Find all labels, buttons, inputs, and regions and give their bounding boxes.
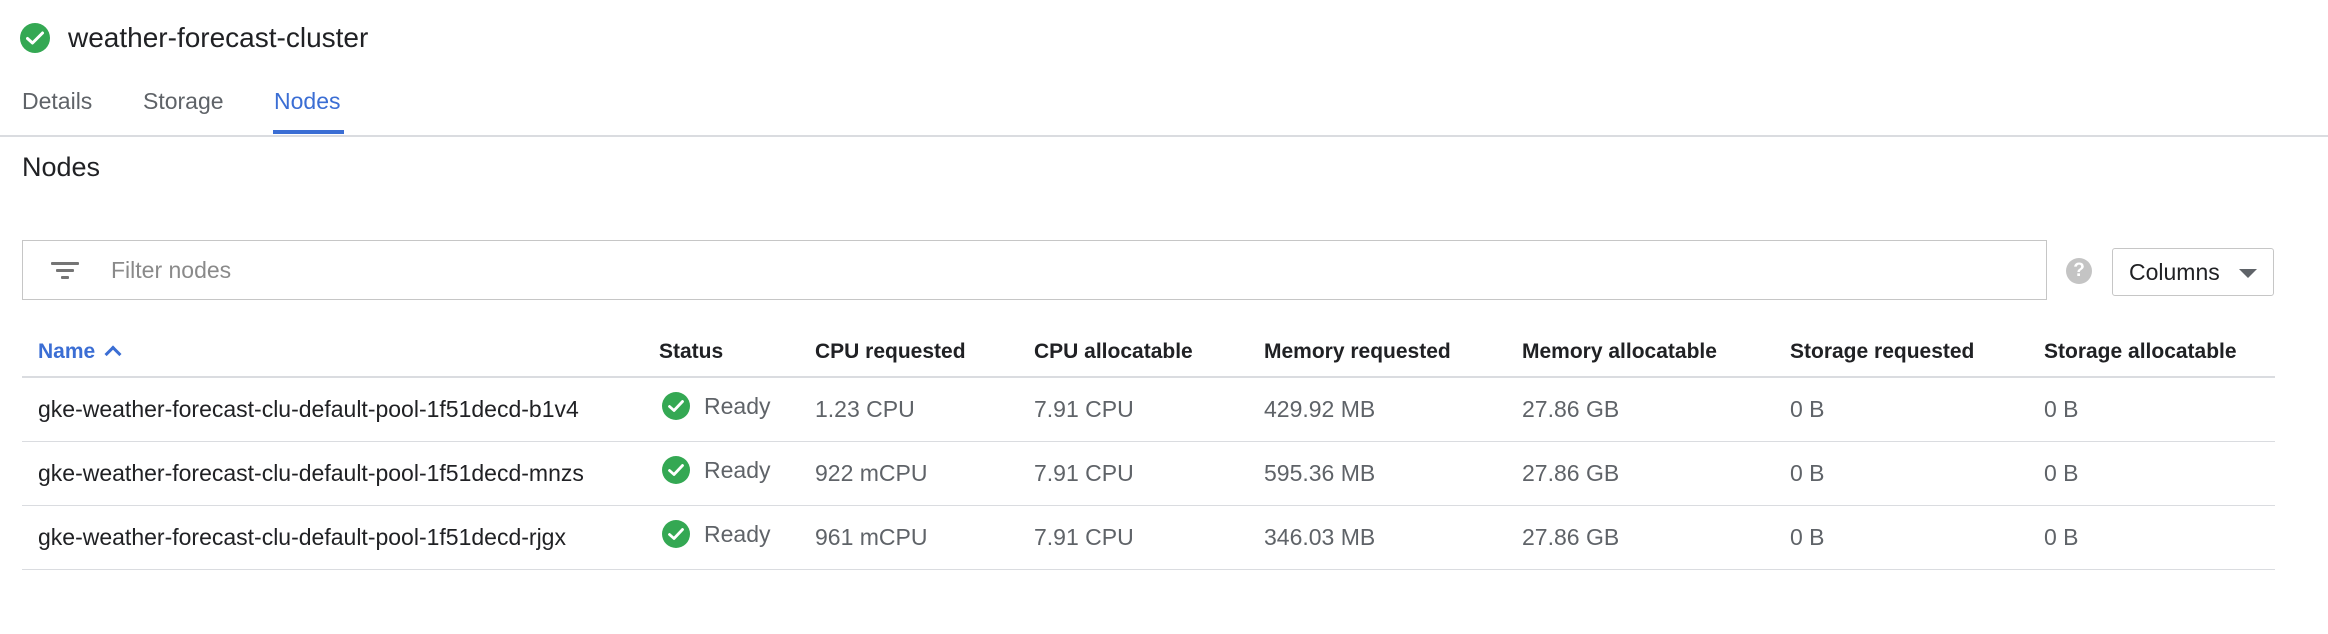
tab-bar: Details Storage Nodes (0, 78, 2328, 137)
table-row: gke-weather-forecast-clu-default-pool-1f… (22, 506, 2275, 570)
help-icon[interactable]: ? (2066, 258, 2092, 284)
tab-storage[interactable]: Storage (143, 88, 224, 115)
node-name-link[interactable]: gke-weather-forecast-clu-default-pool-1f… (38, 396, 579, 423)
check-circle-icon (662, 520, 690, 548)
node-name-link[interactable]: gke-weather-forecast-clu-default-pool-1f… (38, 460, 584, 487)
storage-requested-cell: 0 B (1790, 460, 1825, 486)
caret-down-icon (2239, 269, 2257, 278)
memory-allocatable-cell: 27.86 GB (1522, 396, 1620, 422)
storage-requested-cell: 0 B (1790, 524, 1825, 550)
storage-requested-cell: 0 B (1790, 396, 1825, 422)
table-row: gke-weather-forecast-clu-default-pool-1f… (22, 442, 2275, 506)
column-header-storage-allocatable[interactable]: Storage allocatable (2044, 340, 2237, 364)
status-text: Ready (704, 520, 771, 547)
active-tab-indicator (273, 130, 344, 134)
cluster-page: weather-forecast-cluster Details Storage… (0, 0, 2328, 634)
memory-allocatable-cell: 27.86 GB (1522, 524, 1620, 550)
column-header-storage-requested[interactable]: Storage requested (1790, 340, 1974, 364)
status-text: Ready (704, 456, 771, 483)
memory-requested-cell: 346.03 MB (1264, 524, 1376, 550)
sort-ascending-icon (104, 345, 122, 363)
tab-details[interactable]: Details (22, 88, 92, 115)
filter-nodes-input[interactable] (109, 255, 1913, 285)
status-cell: Ready (662, 520, 770, 548)
check-circle-icon (662, 392, 690, 420)
column-header-cpu-requested[interactable]: CPU requested (815, 340, 966, 364)
table-row: gke-weather-forecast-clu-default-pool-1f… (22, 378, 2275, 442)
column-header-memory-requested[interactable]: Memory requested (1264, 340, 1451, 364)
section-title: Nodes (22, 152, 101, 182)
cpu-requested-cell: 1.23 CPU (815, 396, 915, 422)
column-header-status[interactable]: Status (659, 340, 723, 364)
memory-requested-cell: 595.36 MB (1264, 460, 1376, 486)
storage-allocatable-cell: 0 B (2044, 460, 2079, 486)
cpu-allocatable-cell: 7.91 CPU (1034, 396, 1134, 422)
cpu-requested-cell: 922 mCPU (815, 460, 928, 486)
column-header-name-label: Name (38, 340, 96, 363)
memory-requested-cell: 429.92 MB (1264, 396, 1376, 422)
tab-nodes[interactable]: Nodes (274, 88, 340, 115)
cpu-requested-cell: 961 mCPU (815, 524, 928, 550)
check-circle-icon (20, 23, 50, 53)
status-cell: Ready (662, 456, 770, 484)
table-header: Name Status CPU requested CPU allocatabl… (22, 328, 2275, 378)
storage-allocatable-cell: 0 B (2044, 524, 2079, 550)
filter-box[interactable] (22, 240, 2047, 300)
cluster-title: weather-forecast-cluster (68, 22, 369, 53)
memory-allocatable-cell: 27.86 GB (1522, 460, 1620, 486)
filter-icon (51, 259, 81, 281)
column-header-cpu-allocatable[interactable]: CPU allocatable (1034, 340, 1193, 364)
status-cell: Ready (662, 392, 770, 420)
check-circle-icon (662, 456, 690, 484)
storage-allocatable-cell: 0 B (2044, 396, 2079, 422)
column-header-memory-allocatable[interactable]: Memory allocatable (1522, 340, 1717, 364)
column-header-name[interactable]: Name (38, 340, 122, 364)
status-text: Ready (704, 392, 771, 419)
page-header: weather-forecast-cluster (20, 16, 368, 60)
columns-button-label: Columns (2129, 258, 2220, 285)
node-name-link[interactable]: gke-weather-forecast-clu-default-pool-1f… (38, 524, 566, 551)
cpu-allocatable-cell: 7.91 CPU (1034, 460, 1134, 486)
nodes-table: Name Status CPU requested CPU allocatabl… (22, 328, 2275, 570)
columns-button[interactable]: Columns (2112, 248, 2274, 296)
cpu-allocatable-cell: 7.91 CPU (1034, 524, 1134, 550)
